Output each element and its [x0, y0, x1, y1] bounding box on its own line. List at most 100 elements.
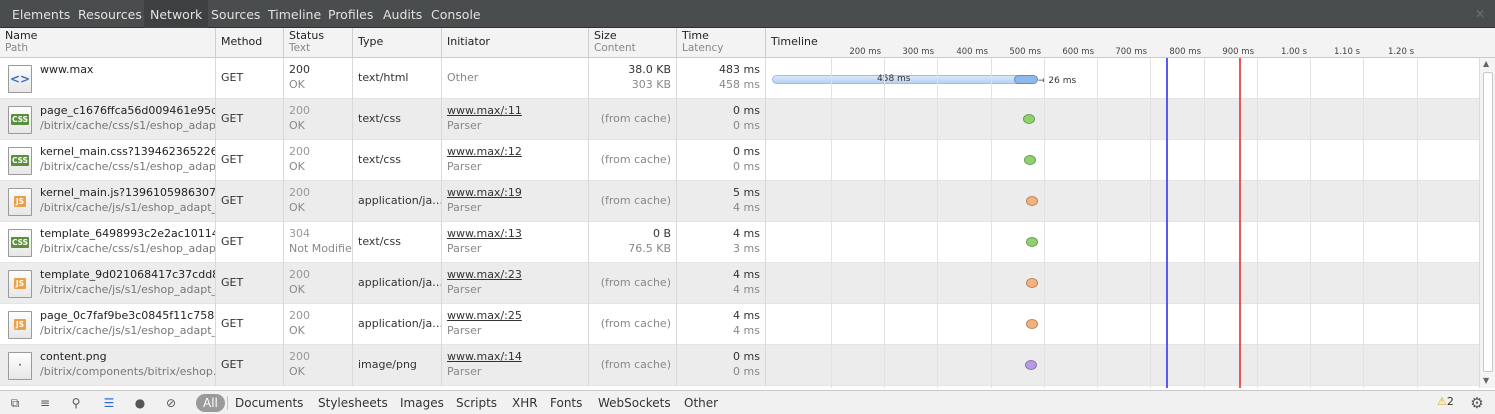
column-type-label: Type	[358, 35, 384, 48]
dock-icon[interactable]: ⧉	[4, 394, 26, 412]
method-cell: GET	[216, 345, 284, 386]
name-cell[interactable]: CSS page_c1676ffca56d009461e95c… /bitrix/c…	[0, 99, 216, 140]
timing-dot[interactable]	[1025, 360, 1037, 370]
status-code: 200	[289, 145, 310, 158]
column-header-status[interactable]: Status Text	[284, 28, 353, 58]
timeline-tick-label: 900 ms	[1222, 47, 1254, 57]
size-cell: 38.0 KB 303 KB	[589, 58, 677, 99]
initiator-cell: www.max/:12 Parser	[442, 140, 589, 181]
latency-time: 4 ms	[733, 201, 760, 214]
name-cell[interactable]: JS template_9d021068417c37cdd8… /bitrix/ca…	[0, 263, 216, 304]
type-cell: application/ja…	[353, 304, 442, 345]
name-cell[interactable]: CSS kernel_main.css?139462365226… /bitrix/…	[0, 140, 216, 181]
total-time: 4 ms	[733, 309, 760, 322]
tab-sources[interactable]: Sources	[205, 0, 266, 28]
devtools-tab-bar: Elements Resources Network Sources Timel…	[0, 0, 1495, 28]
latency-time: 3 ms	[733, 242, 760, 255]
search-icon[interactable]: ⚲	[65, 394, 87, 412]
filter-all[interactable]: All	[196, 394, 225, 412]
column-path-label: Path	[5, 42, 29, 54]
clear-icon[interactable]: ⊘	[160, 394, 182, 412]
tab-elements[interactable]: Elements	[6, 0, 76, 28]
tab-network[interactable]: Network	[144, 0, 209, 28]
method-cell: GET	[216, 58, 284, 99]
latency-time: 0 ms	[733, 365, 760, 378]
tab-resources[interactable]: Resources	[72, 0, 148, 28]
method-cell: GET	[216, 140, 284, 181]
initiator-link[interactable]: www.max/:12	[447, 144, 583, 159]
settings-gear-icon[interactable]: ⚙	[1466, 394, 1488, 412]
column-initiator-label: Initiator	[447, 35, 490, 48]
timing-dot[interactable]	[1026, 278, 1038, 288]
initiator-type: Parser	[447, 242, 482, 255]
tab-audits[interactable]: Audits	[377, 0, 428, 28]
initiator-link[interactable]: www.max/:14	[447, 349, 583, 364]
filter-scripts[interactable]: Scripts	[451, 394, 502, 412]
warning-counter[interactable]: ⚠2	[1437, 395, 1454, 408]
vertical-scrollbar[interactable]: ▲ ▼	[1479, 58, 1495, 388]
timeline-tick-label: 500 ms	[1009, 47, 1041, 57]
initiator-link[interactable]: www.max/:23	[447, 267, 583, 282]
bottom-status-bar: ⧉ ≡ ⚲ ☰ ● ⊘ All Documents Stylesheets Im…	[0, 390, 1495, 414]
latency-label: 458 ms	[877, 74, 911, 84]
timing-dot[interactable]	[1026, 237, 1038, 247]
size-cell: (from cache)	[589, 304, 677, 345]
latency-time: 0 ms	[733, 160, 760, 173]
tab-profiles[interactable]: Profiles	[322, 0, 379, 28]
column-header-method[interactable]: Method	[216, 28, 284, 58]
scroll-up-icon[interactable]: ▲	[1483, 59, 1489, 68]
initiator-link[interactable]: www.max/:11	[447, 103, 583, 118]
column-header-initiator[interactable]: Initiator	[442, 28, 589, 58]
filter-documents[interactable]: Documents	[230, 394, 308, 412]
list-view-icon[interactable]: ☰	[98, 394, 120, 412]
filter-fonts[interactable]: Fonts	[545, 394, 587, 412]
filter-xhr[interactable]: XHR	[507, 394, 543, 412]
filter-other[interactable]: Other	[679, 394, 723, 412]
name-cell[interactable]: <> www.max	[0, 58, 216, 99]
console-drawer-icon[interactable]: ≡	[34, 394, 56, 412]
scroll-down-icon[interactable]: ▼	[1483, 376, 1489, 385]
time-cell: 4 ms 4 ms	[677, 263, 766, 304]
timing-dot[interactable]	[1024, 155, 1036, 165]
latency-time: 4 ms	[733, 283, 760, 296]
filter-stylesheets[interactable]: Stylesheets	[313, 394, 393, 412]
timing-dot[interactable]	[1026, 196, 1038, 206]
waiting-bar[interactable]: 458 ms	[772, 74, 1034, 84]
column-header-name[interactable]: Name Path	[0, 28, 216, 58]
initiator-link[interactable]: www.max/:25	[447, 308, 583, 323]
close-icon[interactable]: ✕	[1475, 7, 1485, 21]
name-cell[interactable]: JS page_0c7faf9be3c0845f11c7582… /bitrix/c…	[0, 304, 216, 345]
tab-console[interactable]: Console	[425, 0, 487, 28]
scrollbar-thumb[interactable]	[1483, 72, 1493, 372]
content-size: 76.5 KB	[628, 242, 671, 255]
initiator-cell: Other	[442, 58, 589, 99]
name-cell[interactable]: CSS template_6498993c2e2ac10114… /bitrix/c…	[0, 222, 216, 263]
status-code: 200	[289, 309, 310, 322]
request-path: /bitrix/cache/css/s1/eshop_adapt_	[40, 242, 216, 255]
column-header-type[interactable]: Type	[353, 28, 442, 58]
timing-dot[interactable]	[1023, 114, 1035, 124]
download-bar[interactable]	[1014, 75, 1038, 84]
initiator-link[interactable]: www.max/:13	[447, 226, 583, 241]
time-cell: 4 ms 4 ms	[677, 304, 766, 345]
file-type-label: JS	[13, 278, 27, 289]
download-time: 26 ms	[1048, 76, 1077, 86]
column-header-time[interactable]: Time Latency	[677, 28, 766, 58]
time-cell: 5 ms 4 ms	[677, 181, 766, 222]
css-file-icon: CSS	[8, 229, 32, 257]
filter-websockets[interactable]: WebSockets	[593, 394, 676, 412]
initiator-type: Parser	[447, 119, 482, 132]
column-header-size[interactable]: Size Content	[589, 28, 677, 58]
timeline-tick-label: 800 ms	[1169, 47, 1201, 57]
record-icon[interactable]: ●	[129, 394, 151, 412]
name-cell[interactable]: · content.png/bitrix/components/bitrix/es…	[0, 345, 216, 386]
tab-timeline[interactable]: Timeline	[262, 0, 327, 28]
initiator-type: Parser	[447, 201, 482, 214]
initiator-link[interactable]: www.max/:19	[447, 185, 583, 200]
name-cell[interactable]: JS kernel_main.js?1396105986307… /bitrix/c…	[0, 181, 216, 222]
status-cell: 200 OK	[284, 304, 353, 345]
timing-dot[interactable]	[1026, 319, 1038, 329]
status-text: OK	[289, 201, 305, 214]
status-code: 200	[289, 350, 310, 363]
filter-images[interactable]: Images	[395, 394, 449, 412]
